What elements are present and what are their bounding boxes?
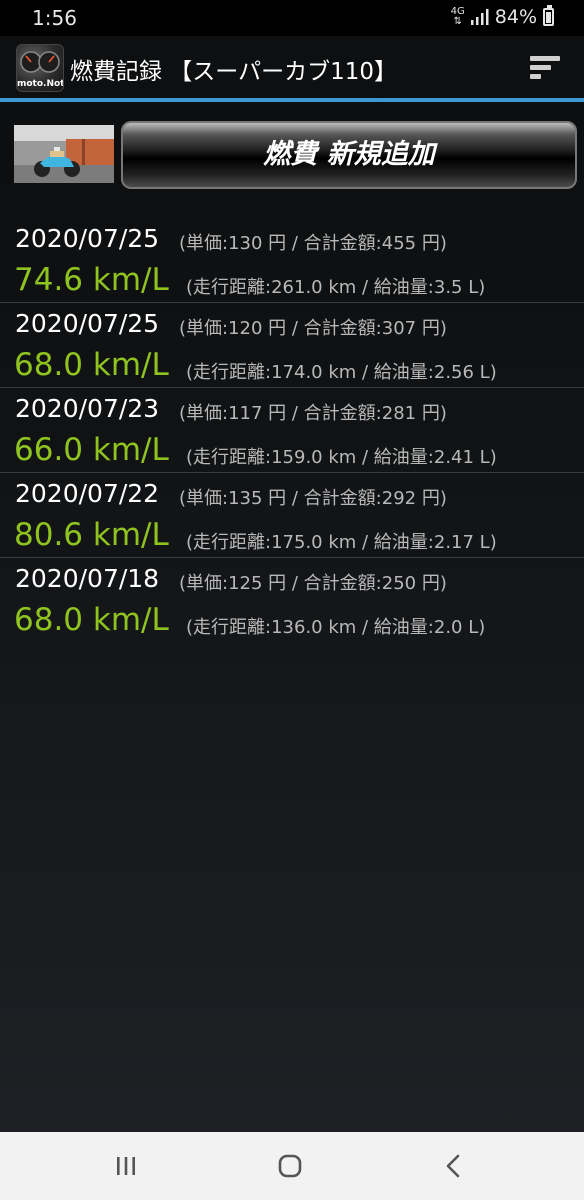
system-navigation-bar (0, 1132, 584, 1200)
record-distance-info: (走行距離:159.0 km / 給油量:2.41 L) (186, 447, 497, 468)
record-fuel-efficiency: 68.0 km/L (14, 602, 169, 638)
record-distance-info: (走行距離:261.0 km / 給油量:3.5 L) (186, 277, 486, 298)
record-price-info: (単価:130 円 / 合計金額:455 円) (179, 233, 447, 254)
bike-photo-thumbnail[interactable] (14, 125, 114, 183)
home-icon[interactable] (270, 1149, 310, 1183)
record-distance-info: (走行距離:174.0 km / 給油量:2.56 L) (186, 362, 497, 383)
signal-icon (470, 9, 489, 25)
list-item[interactable]: 2020/07/22 (単価:135 円 / 合計金額:292 円) 80.6 … (0, 473, 584, 558)
record-fuel-efficiency: 68.0 km/L (14, 347, 169, 383)
status-indicators: 4G ⇅ 84% (450, 5, 554, 28)
record-fuel-efficiency: 80.6 km/L (14, 517, 169, 553)
list-item[interactable]: 2020/07/25 (単価:120 円 / 合計金額:307 円) 68.0 … (0, 303, 584, 388)
list-item[interactable]: 2020/07/23 (単価:117 円 / 合計金額:281 円) 66.0 … (0, 388, 584, 473)
record-date: 2020/07/18 (15, 564, 160, 593)
list-item[interactable]: 2020/07/18 (単価:125 円 / 合計金額:250 円) 68.0 … (0, 558, 584, 643)
app-screen: 1:56 4G⇅ 84% moto.Note 燃費 (0, 0, 584, 1200)
record-date: 2020/07/25 (15, 309, 160, 338)
battery-icon (543, 5, 554, 26)
record-fuel-efficiency: 74.6 km/L (14, 262, 169, 298)
list-item[interactable]: 2020/07/25 (単価:130 円 / 合計金額:455 円) 74.6 … (0, 218, 584, 303)
record-price-info: (単価:120 円 / 合計金額:307 円) (179, 318, 447, 339)
header-accent-line (0, 98, 584, 102)
record-date: 2020/07/23 (15, 394, 160, 423)
record-distance-info: (走行距離:175.0 km / 給油量:2.17 L) (186, 532, 497, 553)
record-price-info: (単価:135 円 / 合計金額:292 円) (179, 488, 447, 509)
fuel-record-list: 2020/07/25 (単価:130 円 / 合計金額:455 円) 74.6 … (0, 218, 584, 643)
record-price-info: (単価:125 円 / 合計金額:250 円) (179, 573, 447, 594)
sort-menu-icon[interactable] (528, 53, 562, 83)
bike-photo-image (14, 125, 114, 183)
network-type-icon: 4G ⇅ (450, 6, 465, 27)
record-date: 2020/07/22 (15, 479, 160, 508)
network-type-label: 4G (450, 6, 465, 17)
status-time: 1:56 (32, 6, 77, 30)
back-icon[interactable] (434, 1149, 474, 1183)
page-title: 燃費記録 【スーパーカブ110】 (70, 59, 397, 85)
recents-icon[interactable] (106, 1149, 146, 1183)
battery-percent: 84% (494, 6, 537, 28)
app-logo-icon: moto.Note (16, 44, 64, 92)
record-fuel-efficiency: 66.0 km/L (14, 432, 169, 468)
record-date: 2020/07/25 (15, 224, 160, 253)
app-header: moto.Note 燃費記録 【スーパーカブ110】 (0, 36, 584, 98)
record-distance-info: (走行距離:136.0 km / 給油量:2.0 L) (186, 617, 486, 638)
record-price-info: (単価:117 円 / 合計金額:281 円) (179, 403, 447, 424)
add-new-fuel-record-button[interactable]: 燃費 新規追加 (121, 121, 577, 189)
app-logo-label: moto.Note (17, 79, 63, 89)
status-bar: 1:56 4G ⇅ 84% (0, 0, 584, 36)
